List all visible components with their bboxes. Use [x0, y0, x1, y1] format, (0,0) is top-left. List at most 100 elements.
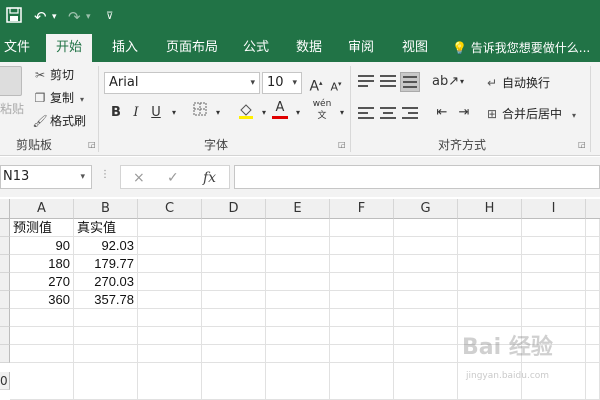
cell[interactable] — [458, 255, 522, 273]
row-header[interactable] — [0, 345, 10, 363]
cell[interactable] — [202, 219, 266, 237]
cell[interactable] — [394, 255, 458, 273]
italic-button[interactable]: I — [126, 102, 146, 124]
cell[interactable] — [586, 327, 600, 345]
cell[interactable] — [586, 345, 600, 363]
merge-dropdown-icon[interactable]: ▾ — [572, 111, 576, 120]
cell[interactable] — [522, 219, 586, 237]
cell[interactable] — [266, 273, 330, 291]
tab-formulas[interactable]: 公式 — [233, 34, 279, 62]
cell[interactable] — [394, 273, 458, 291]
cell[interactable] — [330, 363, 394, 400]
tab-review[interactable]: 审阅 — [338, 34, 384, 62]
cell[interactable] — [202, 255, 266, 273]
cell[interactable] — [586, 273, 600, 291]
customize-qat-icon[interactable]: ⊽ — [106, 7, 113, 27]
cell[interactable] — [330, 345, 394, 363]
cell[interactable] — [522, 255, 586, 273]
column-header-i[interactable]: I — [522, 199, 586, 219]
row-header[interactable] — [0, 219, 10, 237]
select-all-corner[interactable] — [0, 199, 10, 219]
row-header[interactable] — [0, 255, 10, 273]
row-header[interactable] — [0, 237, 10, 255]
font-color-button[interactable]: A — [270, 100, 290, 122]
cell[interactable] — [138, 291, 202, 309]
row-header[interactable] — [0, 309, 10, 327]
cell[interactable] — [74, 363, 138, 400]
tab-file[interactable]: 文件 — [0, 34, 40, 62]
column-header-a[interactable]: A — [10, 199, 74, 219]
cell[interactable]: 92.03 — [74, 237, 138, 255]
cell[interactable] — [522, 237, 586, 255]
cell[interactable] — [266, 291, 330, 309]
cell[interactable] — [522, 309, 586, 327]
cell[interactable] — [394, 309, 458, 327]
font-name-select[interactable]: Arial ▾ — [104, 72, 260, 94]
column-header-h[interactable]: H — [458, 199, 522, 219]
cell[interactable] — [330, 291, 394, 309]
cell[interactable] — [394, 237, 458, 255]
shrink-font-button[interactable]: A▾ — [326, 73, 346, 95]
cell[interactable] — [266, 255, 330, 273]
font-color-dropdown-icon[interactable]: ▾ — [288, 102, 308, 124]
cell[interactable] — [330, 219, 394, 237]
column-header-d[interactable]: D — [202, 199, 266, 219]
redo-icon[interactable]: ↷ — [68, 7, 81, 27]
cell[interactable] — [522, 291, 586, 309]
cell[interactable] — [330, 327, 394, 345]
cell[interactable] — [10, 345, 74, 363]
row-header[interactable] — [0, 273, 10, 291]
tab-page-layout[interactable]: 页面布局 — [156, 34, 228, 62]
cell[interactable] — [138, 255, 202, 273]
cell[interactable] — [394, 345, 458, 363]
align-bottom-icon[interactable] — [400, 72, 420, 92]
borders-icon[interactable] — [190, 102, 210, 124]
cell[interactable]: 90 — [10, 237, 74, 255]
cell[interactable] — [202, 327, 266, 345]
cell[interactable] — [74, 327, 138, 345]
cell[interactable] — [74, 345, 138, 363]
cell[interactable] — [138, 219, 202, 237]
cell[interactable]: 真实值 — [74, 219, 138, 237]
phonetic-dropdown-icon[interactable]: ▾ — [332, 102, 352, 124]
cell[interactable] — [202, 237, 266, 255]
clipboard-launcher-icon[interactable]: ◲ — [88, 140, 96, 149]
cell[interactable] — [202, 309, 266, 327]
column-header-j[interactable] — [586, 199, 600, 219]
cell[interactable] — [10, 309, 74, 327]
underline-dropdown-icon[interactable]: ▾ — [164, 102, 184, 124]
cell[interactable] — [10, 363, 74, 400]
increase-indent-icon[interactable]: ⇥ — [454, 102, 474, 124]
tab-data[interactable]: 数据 — [286, 34, 332, 62]
undo-icon[interactable]: ↶ — [34, 7, 47, 27]
cell[interactable] — [330, 237, 394, 255]
cell[interactable] — [330, 309, 394, 327]
row-header[interactable] — [0, 291, 10, 309]
cell[interactable] — [202, 345, 266, 363]
font-launcher-icon[interactable]: ◲ — [338, 140, 346, 149]
redo-dropdown-icon[interactable]: ▾ — [86, 7, 91, 27]
copy-button[interactable]: ❐ 复制 ▾ — [32, 89, 84, 109]
cell[interactable]: 360 — [10, 291, 74, 309]
column-header-g[interactable]: G — [394, 199, 458, 219]
cell[interactable] — [394, 327, 458, 345]
cell[interactable] — [458, 219, 522, 237]
cell[interactable] — [266, 327, 330, 345]
row-header[interactable]: 0 — [0, 372, 10, 390]
cell[interactable]: 270 — [10, 273, 74, 291]
cell[interactable] — [586, 237, 600, 255]
column-header-b[interactable]: B — [74, 199, 138, 219]
cell[interactable] — [586, 219, 600, 237]
cell[interactable] — [522, 273, 586, 291]
cell[interactable]: 预测值 — [10, 219, 74, 237]
phonetic-button[interactable]: wén 文 — [312, 98, 332, 121]
align-middle-icon[interactable] — [378, 72, 398, 92]
cell[interactable] — [330, 255, 394, 273]
cell[interactable]: 270.03 — [74, 273, 138, 291]
cell[interactable] — [458, 237, 522, 255]
cell[interactable] — [266, 309, 330, 327]
tab-insert[interactable]: 插入 — [102, 34, 148, 62]
cell[interactable] — [458, 363, 522, 400]
fill-color-icon[interactable] — [236, 102, 256, 124]
grow-font-button[interactable]: A▴ — [306, 72, 326, 95]
